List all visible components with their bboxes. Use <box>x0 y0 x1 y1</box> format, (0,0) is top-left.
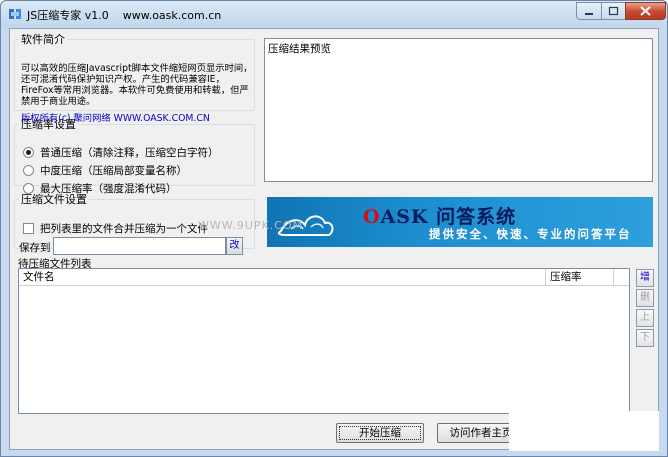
banner-title: OASK 问答系统 <box>363 202 516 229</box>
start-compress-button[interactable]: 开始压缩 <box>336 423 424 443</box>
intro-text: 可以高效的压缩Javascript脚本文件缩短网页显示时间，还可混淆代码保护知识… <box>21 63 253 107</box>
file-settings-legend: 压缩文件设置 <box>21 193 87 206</box>
watermark-text: WWW.9UPK.COM <box>198 219 304 232</box>
cropped-overlay <box>509 411 659 451</box>
move-up-button[interactable]: 上 <box>636 309 654 327</box>
radio-medium[interactable]: 中度压缩（压缩局部变量名称） <box>23 163 187 177</box>
radio-normal-indicator[interactable] <box>23 146 34 158</box>
close-icon <box>640 6 651 16</box>
close-button[interactable] <box>625 2 666 20</box>
banner-subtitle: 提供安全、快速、专业的问答平台 <box>429 227 632 241</box>
preview-box[interactable]: 压缩结果预览 <box>264 38 653 182</box>
file-list[interactable]: 文件名 压缩率 <box>18 268 630 414</box>
banner-title-o: O <box>363 206 381 228</box>
move-down-button[interactable]: 下 <box>636 329 654 347</box>
merge-label: 把列表里的文件合并压缩为一个文件 <box>40 222 208 235</box>
browse-button[interactable]: 改 <box>226 237 243 255</box>
minimize-icon <box>585 13 593 15</box>
save-to-label: 保存到 <box>19 242 51 254</box>
compression-legend: 压缩率设置 <box>21 118 76 131</box>
radio-normal-label: 普通压缩（清除注释，压缩空白字符） <box>40 146 219 159</box>
compression-group: 压缩率设置 普通压缩（清除注释，压缩空白字符） 中度压缩（压缩局部变量名称） 最… <box>14 116 255 195</box>
column-header-filler <box>614 269 629 286</box>
maximize-button[interactable] <box>601 2 626 20</box>
title-bar[interactable]: JS压缩专家 v1.0 www.oask.com.cn <box>1 1 667 27</box>
minimize-button[interactable] <box>576 2 602 20</box>
column-header-rate[interactable]: 压缩率 <box>546 269 614 286</box>
radio-medium-indicator[interactable] <box>23 164 34 176</box>
radio-normal[interactable]: 普通压缩（清除注释，压缩空白字符） <box>23 145 219 159</box>
intro-group: 软件简介 可以高效的压缩Javascript脚本文件缩短网页显示时间，还可混淆代… <box>14 31 255 124</box>
app-window: JS压缩专家 v1.0 www.oask.com.cn 软件简介 可以高效的压缩… <box>0 0 668 457</box>
file-list-header: 文件名 压缩率 <box>19 269 629 286</box>
merge-checkbox-row[interactable]: 把列表里的文件合并压缩为一个文件 <box>23 221 208 235</box>
radio-medium-label: 中度压缩（压缩局部变量名称） <box>40 164 187 177</box>
delete-file-button[interactable]: 删 <box>636 289 654 307</box>
add-file-button[interactable]: 增 <box>636 269 654 287</box>
window-title: JS压缩专家 v1.0 www.oask.com.cn <box>27 9 222 22</box>
save-path-input[interactable] <box>53 237 226 255</box>
preview-label: 压缩结果预览 <box>268 43 331 55</box>
column-header-filename[interactable]: 文件名 <box>19 269 546 286</box>
merge-checkbox[interactable] <box>23 222 34 234</box>
intro-legend: 软件简介 <box>21 33 65 46</box>
maximize-icon <box>608 6 619 16</box>
app-icon <box>9 9 21 19</box>
client-area: 软件简介 可以高效的压缩Javascript脚本文件缩短网页显示时间，还可混淆代… <box>9 28 659 451</box>
oask-banner[interactable]: OASK 问答系统 提供安全、快速、专业的问答平台 <box>267 197 653 247</box>
banner-title-rest: ASK 问答系统 <box>380 206 517 228</box>
